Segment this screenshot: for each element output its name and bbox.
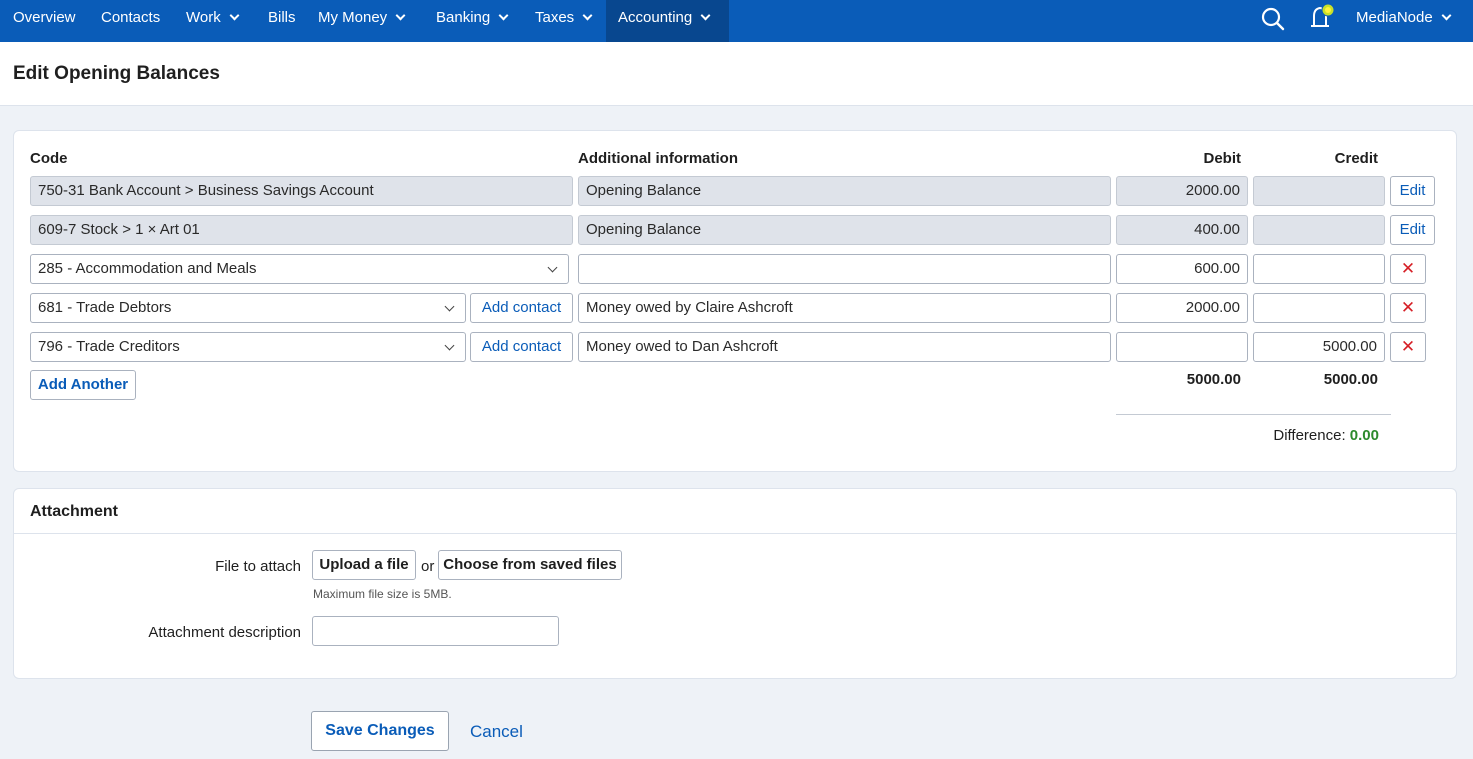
nav-work[interactable]: Work (186, 0, 240, 42)
attachment-title: Attachment (30, 503, 119, 520)
upload-file-button[interactable]: Upload a file (312, 550, 416, 580)
code-select[interactable]: 285 - Accommodation and Meals (30, 254, 569, 284)
additional-info-field: Opening Balance (578, 176, 1111, 206)
nav-accounting[interactable]: Accounting (606, 0, 729, 42)
remove-row-button[interactable]: ✕ (1390, 254, 1426, 284)
remove-row-button[interactable]: ✕ (1390, 332, 1426, 362)
code-field: 609-7 Stock > 1 × Art 01 (30, 215, 573, 245)
debit-total: 5000.00 (1186, 371, 1241, 388)
add-contact-button[interactable]: Add contact (470, 332, 573, 362)
debit-input[interactable]: 2000.00 (1116, 293, 1248, 323)
or-text: or (421, 558, 435, 575)
nav-label: Banking (436, 9, 491, 26)
difference-label: Difference: (1273, 427, 1346, 444)
nav-overview[interactable]: Overview (13, 0, 76, 42)
column-header-debit: Debit (1203, 150, 1242, 167)
cancel-link[interactable]: Cancel (470, 722, 523, 742)
choose-saved-files-button[interactable]: Choose from saved files (438, 550, 622, 580)
nav-label: My Money (318, 9, 388, 26)
nav-banking[interactable]: Banking (436, 0, 509, 42)
edit-button[interactable]: Edit (1390, 176, 1435, 206)
chevron-down-icon (700, 10, 711, 21)
nav-label: Work (186, 9, 221, 26)
additional-info-input[interactable]: Money owed by Claire Ashcroft (578, 293, 1111, 323)
credit-input[interactable]: 5000.00 (1253, 332, 1385, 362)
notification-bell-icon[interactable] (1306, 2, 1340, 32)
nav-taxes[interactable]: Taxes (535, 0, 593, 42)
additional-info-input[interactable] (578, 254, 1111, 284)
nav-contacts[interactable]: Contacts (101, 0, 160, 42)
credit-total: 5000.00 (1323, 371, 1378, 388)
code-select[interactable]: 681 - Trade Debtors (30, 293, 466, 323)
add-contact-button[interactable]: Add contact (470, 293, 573, 323)
chevron-down-icon (444, 340, 455, 351)
balances-panel: Code Additional information Debit Credit… (13, 130, 1457, 472)
chevron-down-icon (444, 301, 455, 312)
difference-summary: Difference: 0.00 (1164, 427, 1379, 444)
nav-label: Taxes (535, 9, 575, 26)
page-header: Edit Opening Balances (0, 42, 1473, 106)
remove-row-button[interactable]: ✕ (1390, 293, 1426, 323)
attachment-description-input[interactable] (312, 616, 559, 646)
account-name: MediaNode (1356, 9, 1433, 26)
save-changes-button[interactable]: Save Changes (311, 711, 449, 751)
column-header-additional-info: Additional information (578, 150, 738, 167)
edit-button[interactable]: Edit (1390, 215, 1435, 245)
nav-label: Bills (268, 9, 296, 26)
chevron-down-icon (229, 10, 240, 21)
credit-field (1253, 215, 1385, 245)
add-another-button[interactable]: Add Another (30, 370, 136, 400)
credit-input[interactable] (1253, 293, 1385, 323)
totals-divider (1116, 414, 1391, 415)
nav-label: Overview (13, 9, 76, 26)
nav-my-money[interactable]: My Money (318, 0, 406, 42)
nav-label: Accounting (618, 9, 693, 26)
code-select[interactable]: 796 - Trade Creditors (30, 332, 466, 362)
nav-label: Contacts (101, 9, 161, 26)
code-select-value: 285 - Accommodation and Meals (38, 260, 257, 277)
code-select-value: 796 - Trade Creditors (38, 338, 180, 355)
debit-input[interactable]: 600.00 (1116, 254, 1248, 284)
nav-bills[interactable]: Bills (268, 0, 296, 42)
account-menu[interactable]: MediaNode (1356, 0, 1452, 42)
chevron-down-icon (547, 262, 558, 273)
file-size-hint: Maximum file size is 5MB. (313, 587, 452, 601)
chevron-down-icon (498, 10, 509, 21)
page-title: Edit Opening Balances (13, 63, 220, 84)
column-header-code: Code (30, 150, 68, 167)
chevron-down-icon (582, 10, 593, 21)
search-icon[interactable] (1260, 6, 1286, 32)
file-to-attach-label: File to attach (215, 558, 301, 575)
column-header-credit: Credit (1334, 150, 1378, 167)
attachment-panel: Attachment File to attach Upload a file … (13, 488, 1457, 679)
debit-input[interactable] (1116, 332, 1248, 362)
code-select-value: 681 - Trade Debtors (38, 299, 172, 316)
attachment-description-label: Attachment description (148, 624, 301, 641)
chevron-down-icon (395, 10, 406, 21)
difference-value: 0.00 (1349, 427, 1379, 444)
debit-field: 2000.00 (1116, 176, 1248, 206)
close-icon: ✕ (1400, 298, 1416, 317)
debit-field: 400.00 (1116, 215, 1248, 245)
top-navigation: Overview Contacts Work Bills My Money Ba… (0, 0, 1473, 42)
attachment-divider (14, 533, 1457, 534)
additional-info-input[interactable]: Money owed to Dan Ashcroft (578, 332, 1111, 362)
code-field: 750-31 Bank Account > Business Savings A… (30, 176, 573, 206)
credit-field (1253, 176, 1385, 206)
additional-info-field: Opening Balance (578, 215, 1111, 245)
close-icon: ✕ (1400, 337, 1416, 356)
close-icon: ✕ (1400, 259, 1416, 278)
chevron-down-icon (1441, 10, 1452, 21)
credit-input[interactable] (1253, 254, 1385, 284)
